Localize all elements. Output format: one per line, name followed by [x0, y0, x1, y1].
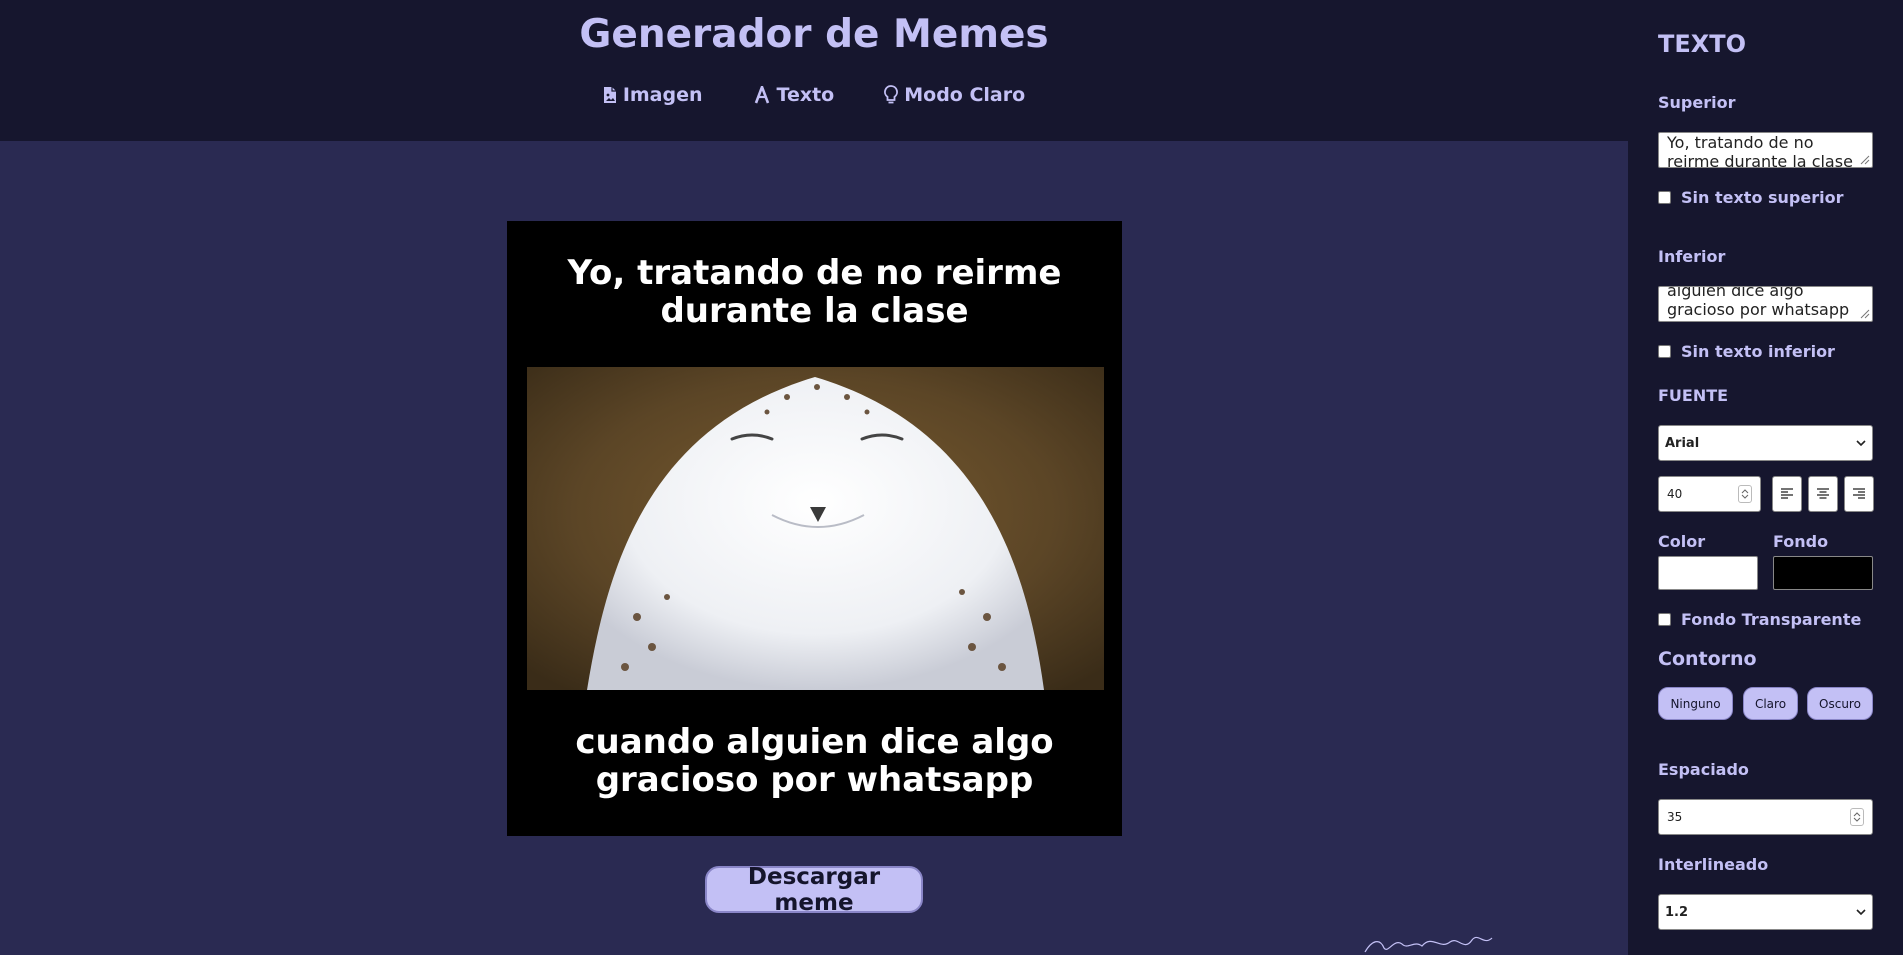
font-family-value: Arial [1665, 435, 1700, 451]
panel-title: TEXTO [1658, 30, 1747, 58]
stepper-icon[interactable] [1738, 485, 1752, 503]
outline-light-button[interactable]: Claro [1743, 687, 1798, 720]
top-text-label: Superior [1658, 93, 1736, 112]
stepper-icon[interactable] [1850, 808, 1864, 826]
font-size-value: 40 [1667, 487, 1683, 501]
font-family-select[interactable]: Arial [1658, 425, 1873, 461]
spacing-value: 35 [1667, 810, 1683, 824]
transparent-bg-checkbox[interactable] [1658, 613, 1671, 626]
nav-label-texto: Texto [776, 84, 835, 106]
text-color-picker[interactable] [1658, 556, 1758, 590]
background-color-picker[interactable] [1773, 556, 1873, 590]
no-bottom-text-label: Sin texto inferior [1681, 342, 1835, 361]
no-top-text-label: Sin texto superior [1681, 188, 1844, 207]
text-font-icon [753, 86, 771, 104]
nav-label-imagen: Imagen [622, 84, 703, 106]
outline-dark-button[interactable]: Oscuro [1807, 687, 1873, 720]
main-nav: Imagen Texto Modo Claro [0, 84, 1628, 106]
bottom-text-label: Inferior [1658, 247, 1726, 266]
background-color-label: Fondo [1773, 532, 1829, 551]
no-top-text-checkbox[interactable] [1658, 191, 1671, 204]
file-image-icon [603, 86, 617, 104]
transparent-bg-label: Fondo Transparente [1681, 610, 1862, 629]
nav-label-modo-claro: Modo Claro [904, 84, 1026, 106]
align-center-icon [1817, 488, 1829, 499]
align-left-button[interactable] [1772, 476, 1802, 512]
nav-item-texto[interactable]: Texto [753, 84, 835, 106]
font-section-title: FUENTE [1658, 386, 1729, 405]
no-bottom-text-row: Sin texto inferior [1658, 342, 1835, 361]
no-top-text-row: Sin texto superior [1658, 188, 1843, 207]
line-height-label: Interlineado [1658, 855, 1769, 874]
outline-none-button[interactable]: Ninguno [1658, 687, 1733, 720]
chevron-down-icon [1856, 440, 1866, 447]
download-meme-button[interactable]: Descargar meme [705, 864, 923, 916]
align-right-icon [1853, 488, 1865, 499]
align-center-button[interactable] [1808, 476, 1838, 512]
meme-top-text: Yo, tratando de no reirme durante la cla… [567, 253, 1062, 332]
no-bottom-text-checkbox[interactable] [1658, 345, 1671, 358]
spacing-input[interactable]: 35 [1658, 799, 1873, 835]
top-text-input[interactable]: Yo, tratando de no reirme durante la cla… [1658, 132, 1873, 168]
resize-grip-icon[interactable] [1860, 155, 1870, 165]
text-color-label: Color [1658, 532, 1706, 551]
resize-grip-icon[interactable] [1860, 309, 1870, 319]
meme-bottom-text: cuando alguien dice algo gracioso por wh… [575, 722, 1054, 801]
meme-canvas: Yo, tratando de no reirme durante la cla… [507, 221, 1122, 836]
nav-item-modo-claro[interactable]: Modo Claro [884, 84, 1025, 106]
lightbulb-icon [884, 85, 899, 105]
app-title: Generador de Memes [579, 12, 1049, 57]
line-height-select[interactable]: 1.2 [1658, 894, 1873, 930]
owl-photo [527, 367, 1104, 690]
header: Generador de Memes Imagen Texto Modo Cla… [0, 0, 1628, 141]
chevron-down-icon [1856, 909, 1866, 916]
transparent-bg-row: Fondo Transparente [1658, 610, 1861, 629]
text-settings-panel: TEXTO Superior Yo, tratando de no reirme… [1628, 0, 1903, 955]
line-height-value: 1.2 [1665, 904, 1689, 920]
align-right-button[interactable] [1844, 476, 1874, 512]
bottom-text-value: alguien dice algo gracioso por whatsapp [1667, 286, 1850, 319]
align-left-icon [1781, 488, 1793, 499]
spacing-label: Espaciado [1658, 760, 1749, 779]
meme-image [527, 367, 1104, 690]
bottom-text-input[interactable]: alguien dice algo gracioso por whatsapp [1658, 286, 1873, 322]
font-size-input[interactable]: 40 [1658, 476, 1761, 512]
nav-item-imagen[interactable]: Imagen [603, 84, 703, 106]
signature-logo [1362, 930, 1502, 955]
top-text-value: Yo, tratando de no reirme durante la cla… [1667, 133, 1853, 168]
outline-title: Contorno [1658, 648, 1757, 670]
